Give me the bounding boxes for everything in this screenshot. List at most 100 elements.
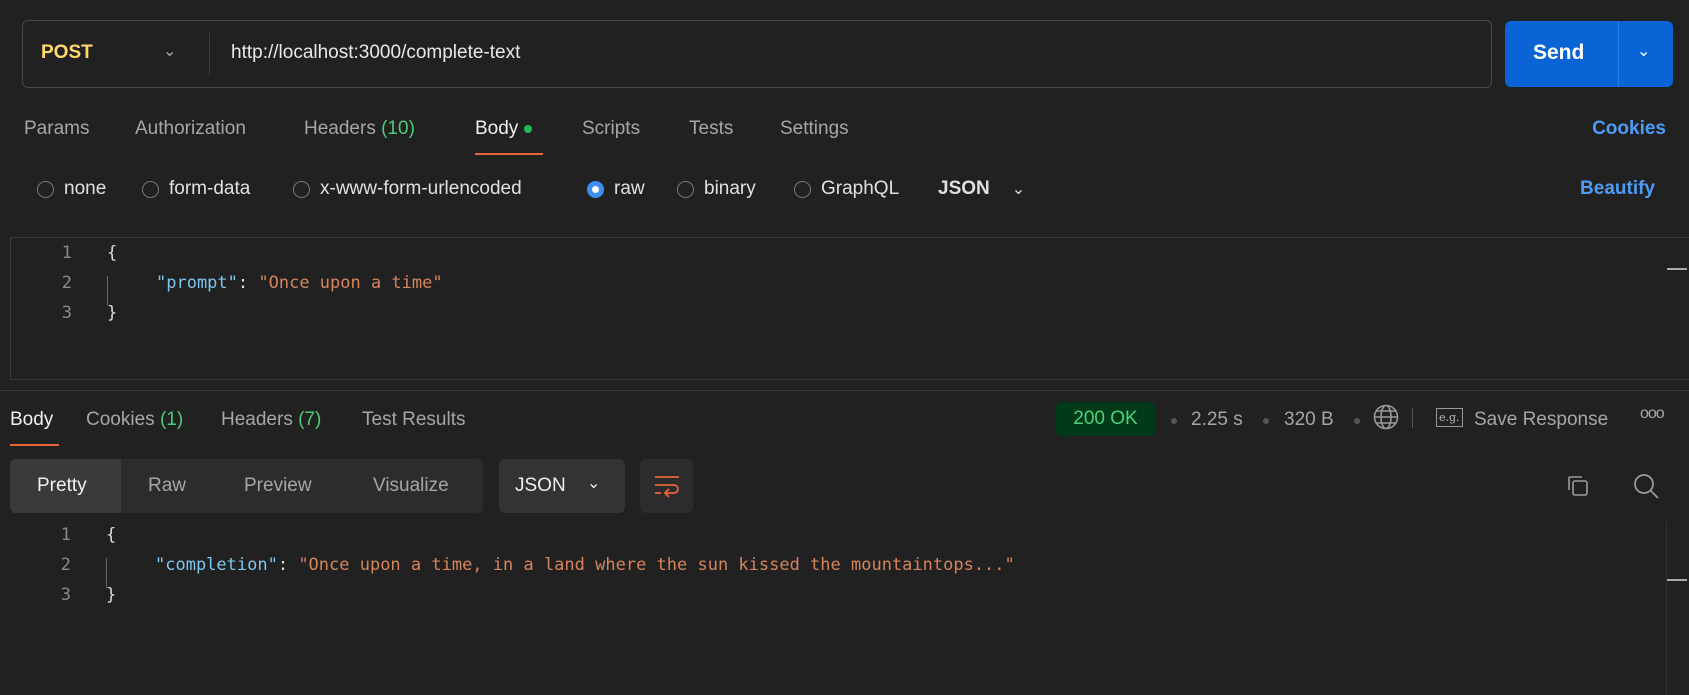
radio-label: x-www-form-urlencoded bbox=[320, 178, 522, 199]
search-icon[interactable] bbox=[1632, 472, 1660, 500]
radio-icon bbox=[293, 180, 310, 198]
view-visualize[interactable]: Visualize bbox=[373, 475, 449, 497]
modified-dot-icon bbox=[524, 124, 533, 133]
json-key: "prompt" bbox=[156, 273, 238, 293]
headers-count: (10) bbox=[381, 118, 415, 139]
tab-authorization[interactable]: Authorization bbox=[135, 118, 246, 140]
separator-dot bbox=[1171, 418, 1177, 424]
line-number: 1 bbox=[61, 243, 72, 263]
divider bbox=[209, 33, 210, 75]
radio-none[interactable]: none bbox=[37, 178, 106, 200]
divider bbox=[1618, 21, 1619, 87]
scrollbar-marker[interactable] bbox=[1667, 579, 1687, 581]
wrap-lines-button[interactable] bbox=[640, 459, 693, 513]
tab-tests[interactable]: Tests bbox=[689, 118, 733, 140]
format-label: JSON bbox=[938, 178, 990, 199]
line-number: 1 bbox=[60, 525, 71, 545]
cookies-count: (1) bbox=[159, 409, 184, 430]
format-label: JSON bbox=[515, 475, 566, 496]
radio-selected-icon bbox=[587, 180, 604, 198]
divider bbox=[1412, 408, 1413, 428]
view-pretty[interactable]: Pretty bbox=[37, 475, 87, 497]
format-select[interactable]: JSON ⌄ bbox=[938, 178, 1025, 200]
line-number: 2 bbox=[60, 555, 71, 575]
indent-guide bbox=[107, 276, 108, 306]
active-tab-indicator bbox=[475, 153, 543, 155]
radio-label: form-data bbox=[169, 178, 251, 199]
code-brace: { bbox=[107, 243, 118, 263]
code-brace: } bbox=[107, 303, 118, 323]
chevron-down-icon: ⌄ bbox=[587, 475, 601, 492]
response-size[interactable]: 320 B bbox=[1284, 409, 1334, 431]
separator-dot bbox=[1354, 418, 1360, 424]
line-number: 3 bbox=[61, 303, 72, 323]
pane-divider[interactable] bbox=[0, 390, 1689, 391]
radio-label: raw bbox=[614, 178, 645, 199]
url-input[interactable]: http://localhost:3000/complete-text bbox=[231, 42, 520, 64]
cookies-link[interactable]: Cookies bbox=[1592, 118, 1666, 140]
url-bar: POST ⌄ http://localhost:3000/complete-te… bbox=[22, 20, 1492, 88]
send-label: Send bbox=[1533, 41, 1585, 64]
resp-tab-cookies[interactable]: Cookies (1) bbox=[86, 409, 183, 431]
response-format-select[interactable]: JSON ⌄ bbox=[499, 459, 625, 513]
tab-headers[interactable]: Headers (10) bbox=[304, 118, 415, 140]
tab-label: Headers bbox=[221, 409, 293, 430]
radio-icon bbox=[142, 180, 159, 198]
code-line: "completion": "Once upon a time, in a la… bbox=[155, 555, 1015, 575]
more-options-icon[interactable]: ooo bbox=[1640, 405, 1665, 423]
save-response-icon: e.g. bbox=[1436, 408, 1463, 427]
json-value: "Once upon a time" bbox=[258, 273, 443, 293]
view-raw[interactable]: Raw bbox=[148, 475, 186, 497]
status-badge[interactable]: 200 OK bbox=[1056, 402, 1155, 436]
request-body-editor[interactable]: 1 2 3 { "prompt": "Once upon a time" } bbox=[10, 237, 1689, 380]
radio-raw[interactable]: raw bbox=[587, 178, 645, 200]
radio-label: none bbox=[64, 178, 107, 199]
tab-scripts[interactable]: Scripts bbox=[582, 118, 640, 140]
scrollbar-track[interactable] bbox=[1666, 522, 1667, 695]
scrollbar-marker[interactable] bbox=[1667, 268, 1687, 270]
tab-params[interactable]: Params bbox=[24, 118, 89, 140]
json-value: "Once upon a time, in a land where the s… bbox=[298, 555, 1015, 575]
radio-label: GraphQL bbox=[821, 178, 900, 199]
resp-tab-headers[interactable]: Headers (7) bbox=[221, 409, 321, 431]
radio-graphql[interactable]: GraphQL bbox=[794, 178, 899, 200]
tab-settings[interactable]: Settings bbox=[780, 118, 849, 140]
beautify-button[interactable]: Beautify bbox=[1580, 178, 1655, 200]
tab-label: Cookies bbox=[86, 409, 155, 430]
send-options-chevron-icon[interactable]: ⌄ bbox=[1637, 41, 1650, 61]
radio-icon bbox=[37, 180, 54, 198]
method-select[interactable]: POST bbox=[41, 42, 93, 64]
line-number: 3 bbox=[60, 585, 71, 605]
indent-guide bbox=[106, 558, 107, 588]
response-body-viewer[interactable]: 1 2 3 { "completion": "Once upon a time,… bbox=[0, 522, 1689, 695]
separator-dot bbox=[1263, 418, 1269, 424]
radio-icon bbox=[794, 180, 811, 198]
code-brace: { bbox=[106, 525, 117, 545]
radio-label: binary bbox=[704, 178, 756, 199]
send-button[interactable]: Send ⌄ bbox=[1505, 21, 1673, 87]
radio-urlencoded[interactable]: x-www-form-urlencoded bbox=[293, 178, 522, 200]
json-colon: : bbox=[277, 555, 299, 575]
code-brace: } bbox=[106, 585, 117, 605]
chevron-down-icon: ⌄ bbox=[1011, 181, 1026, 198]
line-number: 2 bbox=[61, 273, 72, 293]
save-response-button[interactable]: Save Response bbox=[1474, 409, 1608, 431]
copy-icon[interactable] bbox=[1566, 474, 1590, 498]
chevron-down-icon[interactable]: ⌄ bbox=[163, 41, 176, 61]
wrap-lines-icon bbox=[655, 476, 679, 498]
globe-icon[interactable] bbox=[1373, 403, 1399, 431]
code-line: "prompt": "Once upon a time" bbox=[156, 273, 443, 293]
view-mode-segmented: Pretty Raw Preview Visualize bbox=[10, 459, 483, 513]
view-preview[interactable]: Preview bbox=[244, 475, 312, 497]
tab-label: Headers bbox=[304, 118, 376, 139]
response-time[interactable]: 2.25 s bbox=[1191, 409, 1243, 431]
radio-binary[interactable]: binary bbox=[677, 178, 756, 200]
active-tab-indicator bbox=[10, 444, 59, 446]
resp-tab-body[interactable]: Body bbox=[10, 409, 53, 431]
json-key: "completion" bbox=[155, 555, 278, 575]
resp-tab-test-results[interactable]: Test Results bbox=[362, 409, 465, 431]
radio-form-data[interactable]: form-data bbox=[142, 178, 250, 200]
headers-count: (7) bbox=[298, 409, 322, 430]
radio-icon bbox=[677, 180, 694, 198]
tab-body[interactable]: Body bbox=[475, 118, 533, 140]
